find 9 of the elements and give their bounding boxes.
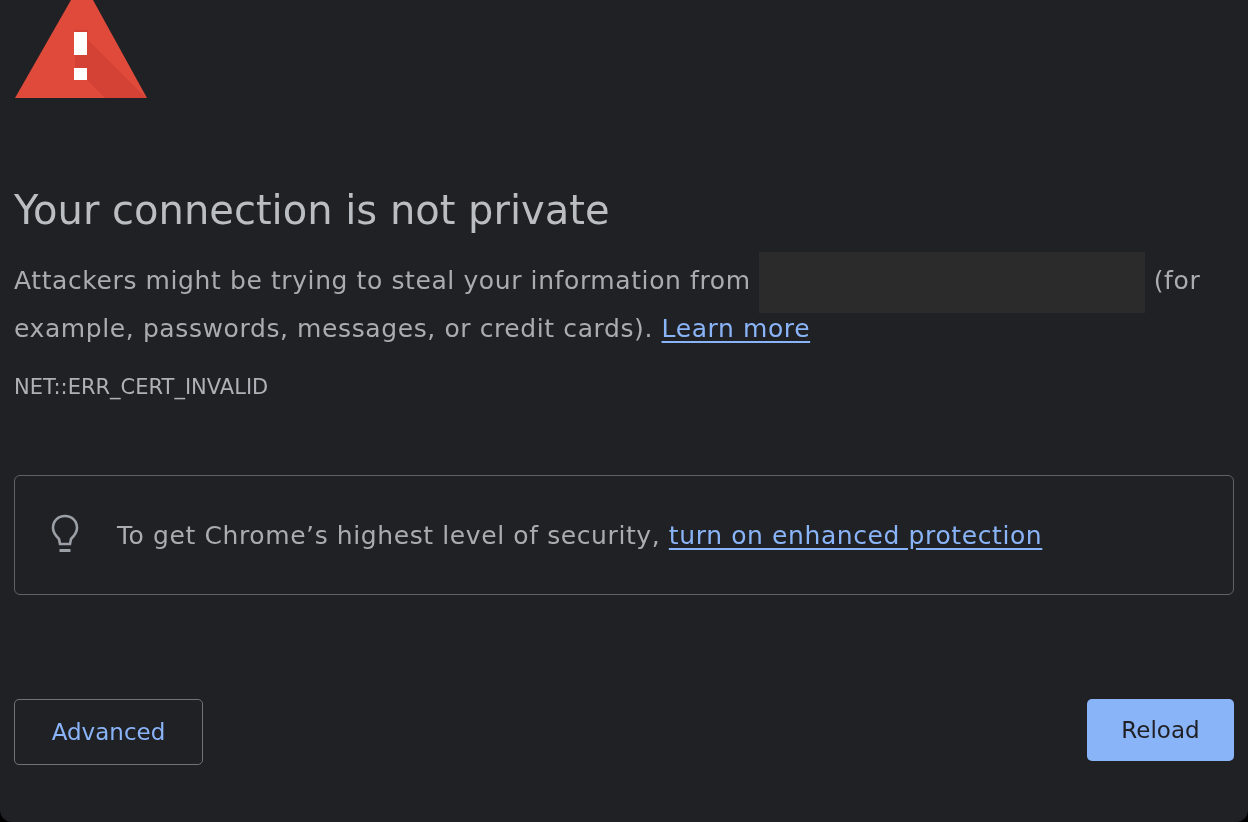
security-tip-text: To get Chrome’s highest level of security, turn on enhanced protection [117, 520, 1043, 550]
learn-more-link[interactable]: Learn more [661, 314, 811, 343]
error-code: NET::ERR_CERT_INVALID [14, 374, 270, 400]
page-heading: Your connection is not private [14, 186, 611, 235]
reload-button[interactable]: Reload [1087, 699, 1234, 761]
warning-triangle-icon [15, 0, 147, 98]
warning-text: Attackers might be trying to steal your information from (for example, passwords, messages, or credit cards). Learn more [14, 257, 1234, 353]
advanced-button[interactable]: Advanced [14, 699, 203, 765]
enhanced-protection-link[interactable]: turn on enhanced protection [668, 520, 1043, 550]
